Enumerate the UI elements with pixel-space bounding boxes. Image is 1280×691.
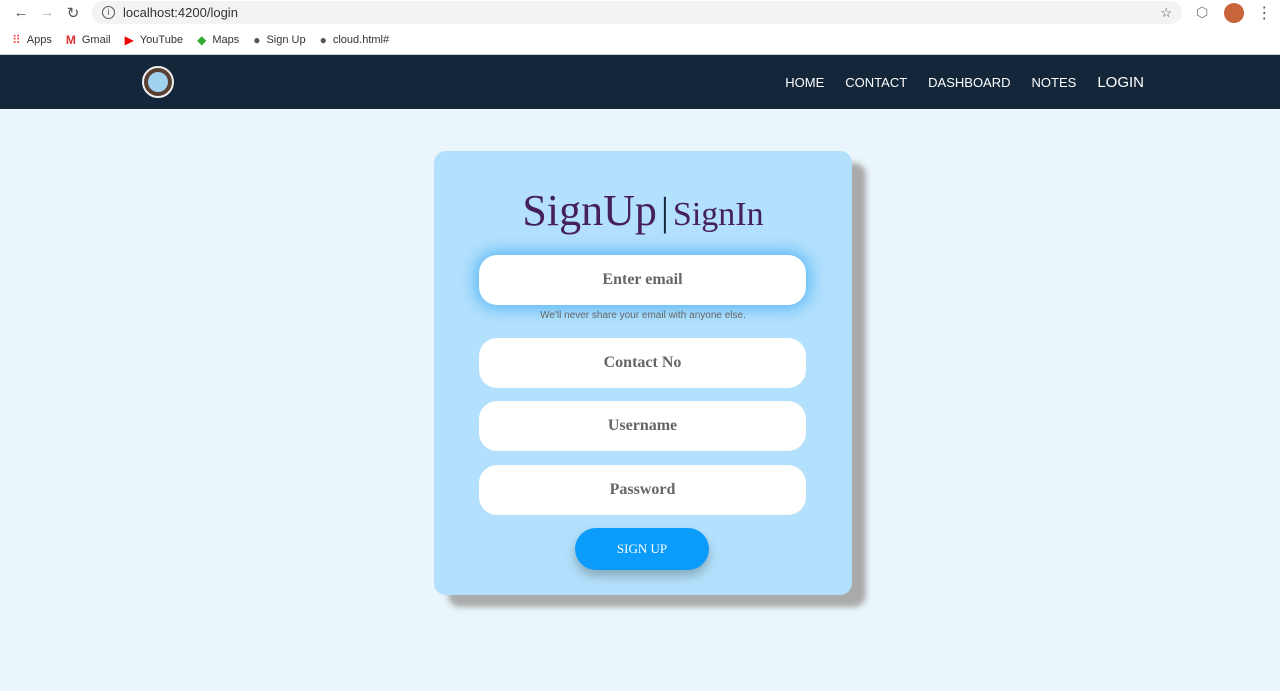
bookmark-label: Apps [26,33,52,46]
email-input[interactable]: Enter email [479,255,806,305]
bookmark-label: cloud.html# [332,33,390,46]
url-text: localhost:4200/login [123,5,238,20]
bookmark-apps[interactable]: ⠿ Apps [12,33,52,47]
browser-toolbar: ← → ↻ i localhost:4200/login ☆ ⬡ ⋮ [0,0,1280,25]
bookmark-label: Sign Up [266,33,306,46]
nav-home[interactable]: HOME [785,75,824,90]
password-input[interactable]: Password [479,465,806,515]
globe-icon: ● [253,32,261,47]
username-input[interactable]: Username [479,401,806,451]
nav-notes[interactable]: NOTES [1032,75,1077,90]
contact-input[interactable]: Contact No [479,338,806,388]
address-bar[interactable]: i localhost:4200/login ☆ [92,1,1182,24]
globe-icon: ● [319,32,327,47]
info-icon[interactable]: i [102,6,115,19]
form-title: SignUp | SignIn [434,185,852,236]
youtube-icon: ▶ [124,32,134,47]
signup-button[interactable]: SIGN UP [575,528,709,570]
bookmark-gmail[interactable]: M Gmail [66,33,111,47]
apps-grid-icon: ⠿ [12,32,21,47]
profile-avatar[interactable] [1224,2,1245,23]
email-help-text: We'll never share your email with anyone… [540,310,746,321]
bookmarks-bar: ⠿ Apps M Gmail ▶ YouTube ◆ Maps ● Sign Up ● cl… [0,25,1280,55]
site-navbar: HOME CONTACT DASHBOARD NOTES LOGIN [0,55,1280,109]
gmail-icon: M [65,32,76,47]
bookmark-label: YouTube [139,33,184,46]
nav-contact[interactable]: CONTACT [845,75,907,90]
title-separator: | [660,189,669,234]
signup-card: SignUp | SignIn Enter email We'll never … [434,151,852,595]
maps-icon: ◆ [197,32,207,47]
bookmark-maps[interactable]: ◆ Maps [197,33,239,47]
signin-tab[interactable]: SignIn [673,196,764,233]
nav-dashboard[interactable]: DASHBOARD [928,75,1010,90]
bookmark-signup[interactable]: ● Sign Up [253,33,305,47]
signup-tab[interactable]: SignUp [522,186,656,235]
forward-icon[interactable]: → [34,4,60,21]
menu-icon[interactable]: ⋮ [1256,3,1272,23]
bookmark-youtube[interactable]: ▶ YouTube [125,33,183,47]
extension-icon[interactable]: ⬡ [1196,4,1208,21]
back-icon[interactable]: ← [8,4,34,21]
bookmark-label: Gmail [81,33,111,46]
reload-icon[interactable]: ↻ [60,4,86,22]
nav-login[interactable]: LOGIN [1097,74,1144,91]
bookmark-cloud[interactable]: ● cloud.html# [320,33,390,47]
bookmark-label: Maps [212,33,240,46]
site-logo[interactable] [142,66,174,98]
bookmark-star-icon[interactable]: ☆ [1160,5,1172,21]
